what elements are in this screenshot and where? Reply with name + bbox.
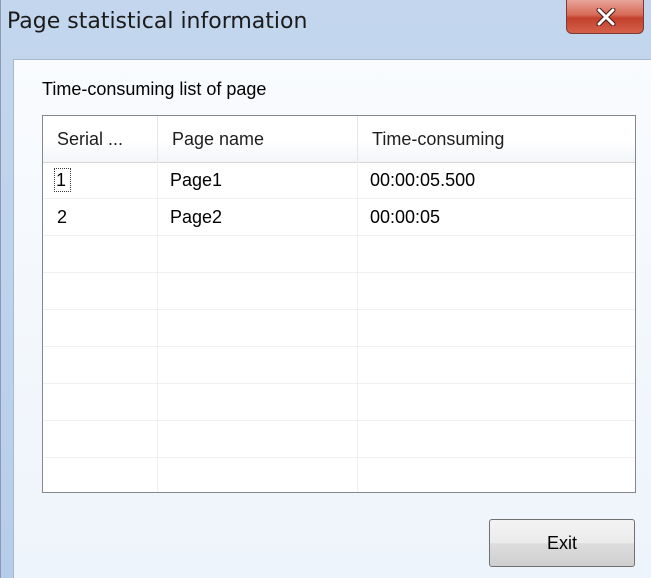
title-bar[interactable]: Page statistical information: [1, 0, 651, 44]
exit-button[interactable]: Exit: [489, 519, 635, 567]
time-cell: 00:00:05.500: [370, 170, 476, 190]
empty-row: [43, 273, 635, 310]
page-name-cell: Page1: [170, 170, 223, 190]
dialog-window: Page statistical information Time-consum…: [0, 0, 651, 578]
empty-row: [43, 236, 635, 273]
column-header-time-consuming[interactable]: Time-consuming: [358, 116, 635, 162]
column-header-serial[interactable]: Serial ...: [43, 116, 158, 162]
empty-row: [43, 347, 635, 384]
time-cell: 00:00:05: [370, 207, 441, 227]
page-name-cell: Page2: [170, 207, 223, 227]
list-label: Time-consuming list of page: [42, 79, 267, 99]
empty-row: [43, 384, 635, 421]
serial-cell: 2: [57, 207, 68, 227]
serial-cell: 1: [53, 167, 72, 193]
close-button[interactable]: [566, 0, 644, 34]
empty-row: [43, 421, 635, 458]
window-title: Page statistical information: [7, 9, 308, 34]
empty-row: [43, 458, 635, 492]
page-time-list[interactable]: Serial ... Page name Time-consuming 1 Pa…: [42, 115, 636, 493]
close-icon: [596, 8, 616, 26]
dialog-client-area: Time-consuming list of page Serial ... P…: [13, 59, 651, 578]
table-row[interactable]: 1 Page1 00:00:05.500: [43, 162, 635, 199]
column-header-page-name[interactable]: Page name: [158, 116, 358, 162]
empty-row: [43, 310, 635, 347]
list-header: Serial ... Page name Time-consuming: [43, 116, 635, 163]
table-row[interactable]: 2 Page2 00:00:05: [43, 199, 635, 236]
